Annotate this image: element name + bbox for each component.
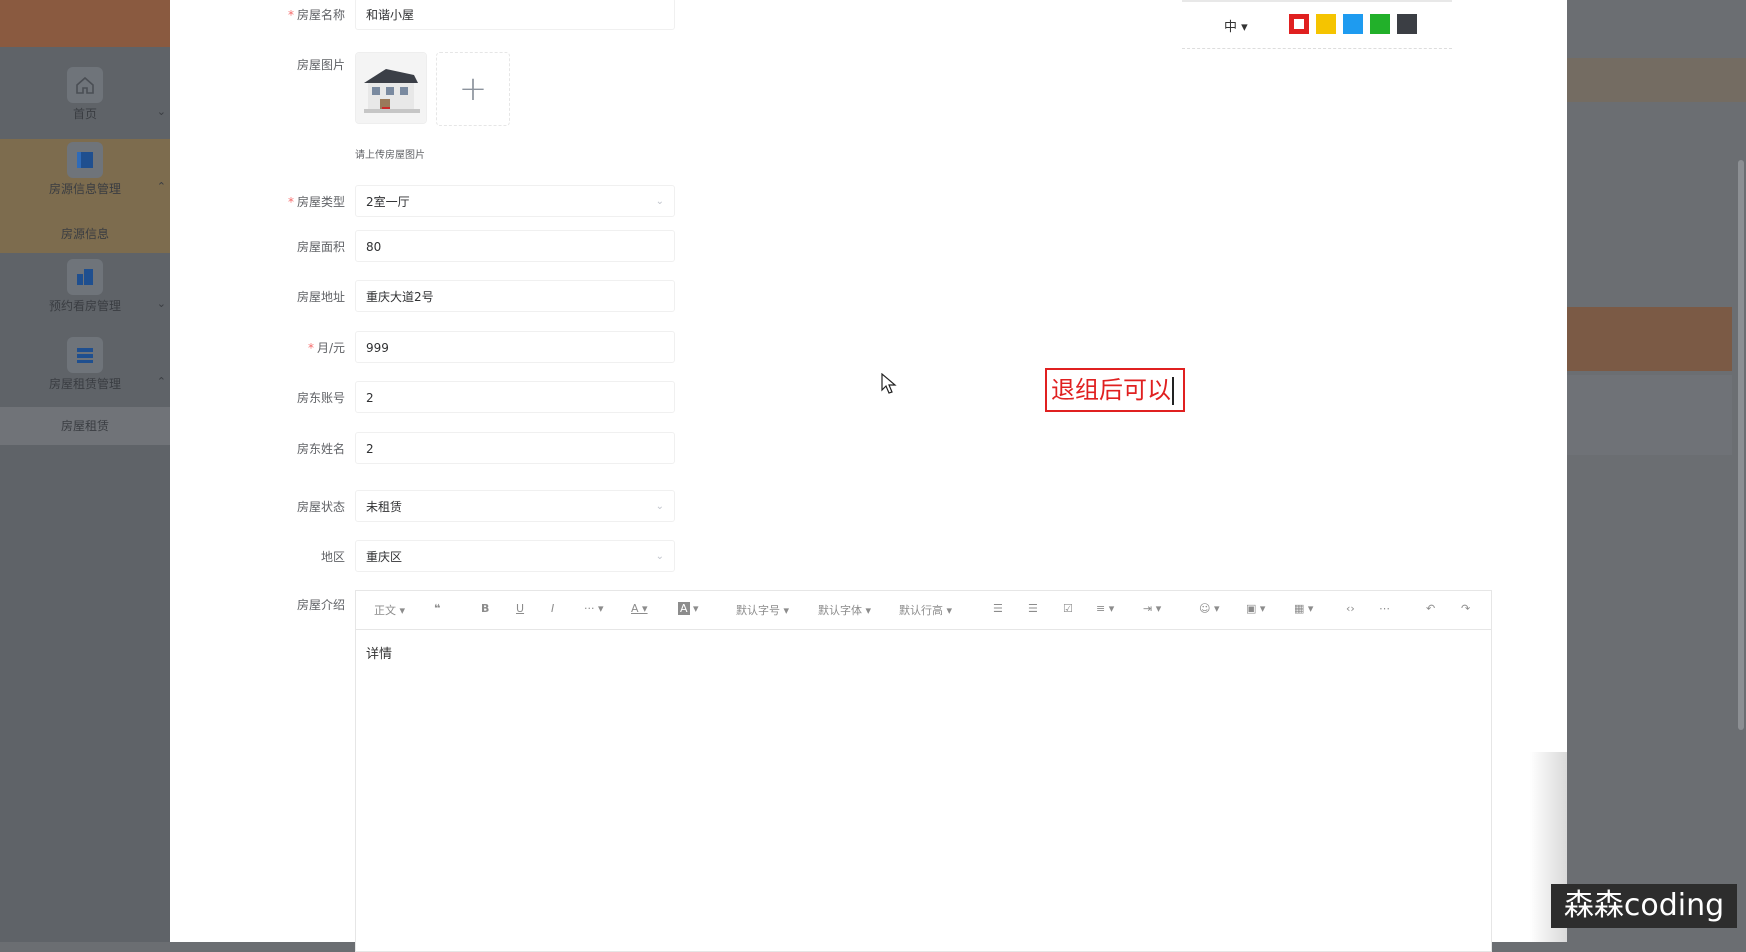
chevron-down-icon: ⌄: [655, 196, 664, 207]
monthly-rent-input[interactable]: 999: [355, 331, 675, 363]
form-label: 房屋面积: [296, 240, 345, 254]
editor-toolbar: 正文 ▾ ❝ B U I ··· ▾ A ▾ A ▾ 默认字号 ▾ 默认字体 ▾…: [356, 591, 1491, 630]
house-area-input[interactable]: 80: [355, 230, 675, 262]
text-caret: [1172, 377, 1174, 405]
italic-button[interactable]: I: [551, 602, 554, 615]
numbered-list-icon[interactable]: ☰: [1028, 602, 1038, 615]
sidebar-item-home[interactable]: 首页 ⌄: [0, 67, 170, 142]
quote-button[interactable]: ❝: [434, 602, 440, 615]
sidebar-item-label: 预约看房管理: [48, 299, 121, 313]
image-upload-button[interactable]: +: [436, 52, 510, 126]
editor-content[interactable]: 详情: [366, 643, 392, 662]
region-select[interactable]: 重庆区 ⌄: [355, 540, 675, 572]
sidebar-subitem-listing[interactable]: 房源信息: [0, 215, 170, 253]
sidebar-item-viewing-mgmt[interactable]: 预约看房管理 ⌄: [0, 259, 170, 334]
background-band: [1567, 307, 1732, 371]
chevron-down-icon: ⌄: [156, 297, 166, 310]
annotation-color-palette: 中 ▾: [1182, 0, 1452, 49]
bulleted-list-icon[interactable]: ☰: [993, 602, 1003, 615]
font-size-select[interactable]: 默认字号 ▾: [736, 602, 789, 618]
chevron-down-icon: ⌄: [655, 501, 664, 512]
chevron-down-icon: ⌄: [655, 551, 664, 562]
house-image-thumbnail[interactable]: [355, 52, 427, 124]
background-page: [1567, 0, 1746, 942]
color-swatch-green[interactable]: [1370, 14, 1390, 34]
sidebar-item-label: 首页: [72, 107, 97, 121]
redo-icon[interactable]: ↷: [1461, 602, 1470, 615]
background-band: [1567, 58, 1746, 102]
sidebar-item-label: 房屋租赁管理: [48, 377, 121, 391]
form-label: * 房屋类型: [287, 195, 345, 209]
landlord-account-input[interactable]: 2: [355, 381, 675, 413]
form-label: * 月/元: [307, 341, 345, 355]
form-label: 地区: [320, 550, 345, 564]
align-icon[interactable]: ≡ ▾: [1096, 602, 1114, 615]
form-label: 房屋图片: [296, 58, 345, 72]
house-address-input[interactable]: 重庆大道2号: [355, 280, 675, 312]
sidebar-item-listing-mgmt[interactable]: 房源信息管理 ⌃: [0, 142, 170, 217]
color-swatch-blue[interactable]: [1343, 14, 1363, 34]
sidebar-item-label: 房源信息管理: [48, 182, 121, 196]
divider-icon[interactable]: ⋯: [1379, 602, 1390, 615]
form-label: 房东账号: [296, 391, 345, 405]
home-icon: [67, 67, 103, 103]
line-height-select[interactable]: 默认行高 ▾: [899, 602, 952, 618]
upload-hint: 请上传房屋图片: [355, 150, 425, 161]
house-status-select[interactable]: 未租赁 ⌄: [355, 490, 675, 522]
background-panel: [1567, 375, 1732, 455]
more-button[interactable]: ··· ▾: [584, 602, 604, 615]
form-label: 房屋状态: [296, 500, 345, 514]
code-icon[interactable]: ‹›: [1346, 602, 1355, 615]
form-label: 房屋介绍: [296, 598, 345, 612]
size-select[interactable]: 中 ▾: [1224, 16, 1248, 35]
list-icon: [67, 337, 103, 373]
plus-icon: +: [458, 69, 488, 109]
edit-house-dialog: * 房屋名称 和谐小屋 房屋图片 + 请上传房屋图片 * 房屋类型 2室一厅 ⌄ 房屋…: [170, 0, 1567, 952]
house-name-input[interactable]: 和谐小屋: [355, 0, 675, 30]
undo-icon[interactable]: ↶: [1426, 602, 1435, 615]
bold-button[interactable]: B: [481, 602, 489, 615]
color-swatch-yellow[interactable]: [1316, 14, 1336, 34]
todo-icon[interactable]: ☑: [1063, 602, 1073, 615]
form-label: 房东姓名: [296, 442, 345, 456]
annotation-text: 退组后可以: [1051, 376, 1171, 404]
watermark: 森森coding: [1551, 884, 1737, 928]
landlord-name-input[interactable]: 2: [355, 432, 675, 464]
emoji-icon[interactable]: ☺ ▾: [1199, 602, 1220, 615]
table-icon[interactable]: ▦ ▾: [1294, 602, 1313, 615]
color-swatch-red[interactable]: [1289, 14, 1309, 34]
page-scrollbar[interactable]: [1738, 160, 1744, 730]
sidebar-subitem-rental[interactable]: 房屋租赁: [0, 407, 170, 445]
sidebar-item-rental-mgmt[interactable]: 房屋租赁管理 ⌃: [0, 337, 170, 412]
form-label: * 房屋名称: [287, 8, 345, 22]
image-icon[interactable]: ▣ ▾: [1246, 602, 1265, 615]
house-type-select[interactable]: 2室一厅 ⌄: [355, 185, 675, 217]
font-family-select[interactable]: 默认字体 ▾: [818, 602, 871, 618]
color-swatch-dark[interactable]: [1397, 14, 1417, 34]
building-icon: [67, 259, 103, 295]
underline-button[interactable]: U: [516, 602, 524, 615]
annotation-text-box[interactable]: 退组后可以: [1045, 368, 1185, 412]
chevron-up-icon: ⌃: [156, 375, 166, 388]
indent-icon[interactable]: ⇥ ▾: [1143, 602, 1161, 615]
heading-select[interactable]: 正文 ▾: [374, 602, 405, 618]
bg-color-button[interactable]: A ▾: [678, 602, 699, 615]
form-label: 房屋地址: [296, 290, 345, 304]
font-color-button[interactable]: A ▾: [631, 602, 648, 615]
sidebar: 首页 ⌄ 房源信息管理 ⌃ 房源信息 预约看房管理 ⌄ 房屋租赁管理 ⌃ 房屋租…: [0, 47, 170, 942]
panel-icon: [67, 142, 103, 178]
rich-text-editor: 正文 ▾ ❝ B U I ··· ▾ A ▾ A ▾ 默认字号 ▾ 默认字体 ▾…: [355, 590, 1492, 952]
chevron-up-icon: ⌃: [156, 180, 166, 193]
chevron-down-icon: ⌄: [156, 105, 166, 118]
mouse-cursor-icon: [881, 373, 897, 394]
